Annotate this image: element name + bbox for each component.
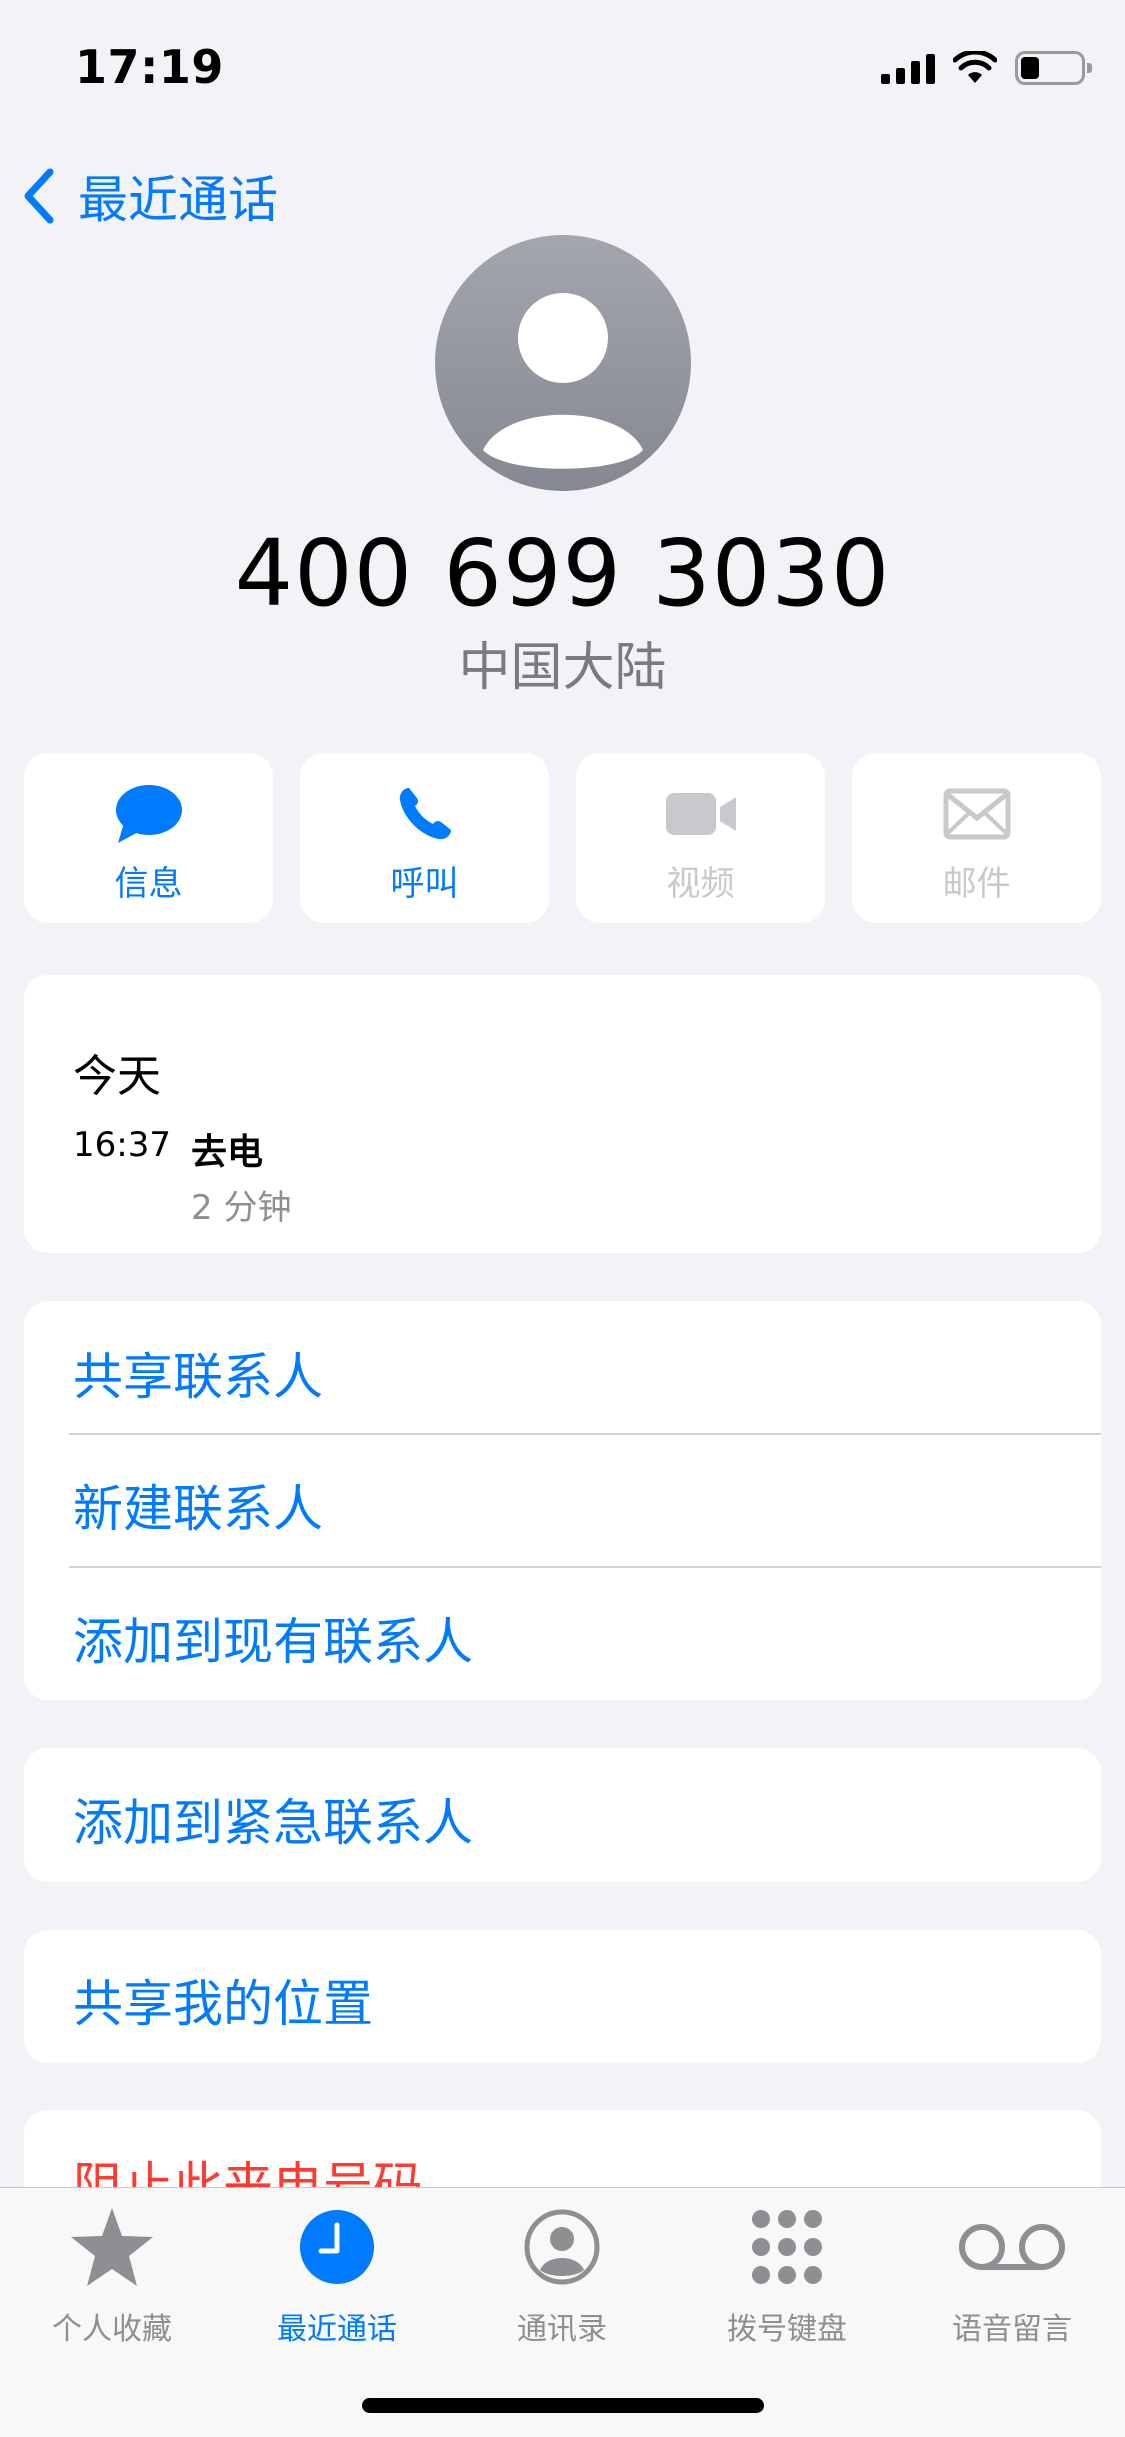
tab-label: 个人收藏	[52, 2312, 172, 2347]
call-history-card: 今天 16:37 去电 2 分钟	[24, 975, 1101, 1253]
share-location-link[interactable]: 共享我的位置	[73, 1964, 373, 2036]
message-bubble-icon	[115, 785, 182, 843]
status-icons	[881, 48, 1092, 88]
divider	[69, 1433, 1101, 1435]
divider	[69, 1566, 1101, 1568]
emergency-card: 添加到紧急联系人	[24, 1748, 1101, 1882]
message-button[interactable]: 信息	[24, 753, 273, 923]
back-button[interactable]: 最近通话	[22, 160, 278, 232]
add-to-existing-contact-link[interactable]: 添加到现有联系人	[73, 1602, 473, 1674]
call-history-day: 今天	[73, 1051, 161, 1102]
call-time: 16:37	[73, 1125, 171, 1165]
tab-recents[interactable]: 最近通话	[237, 2202, 437, 2348]
call-type: 去电	[191, 1132, 264, 1173]
new-contact-link[interactable]: 新建联系人	[73, 1469, 323, 1541]
tab-label: 最近通话	[277, 2312, 397, 2347]
call-label: 呼叫	[390, 864, 459, 904]
phone-icon	[399, 788, 451, 840]
share-contact-link[interactable]: 共享联系人	[73, 1337, 323, 1409]
video-label: 视频	[666, 864, 735, 904]
message-label: 信息	[114, 864, 183, 904]
phone-number: 400 699 3030	[234, 520, 891, 627]
add-emergency-contact-link[interactable]: 添加到紧急联系人	[73, 1783, 473, 1855]
envelope-icon	[943, 788, 1010, 840]
tab-keypad[interactable]: 拨号键盘	[687, 2202, 887, 2348]
contacts-icon	[524, 2209, 600, 2285]
mail-button[interactable]: 邮件	[852, 753, 1101, 923]
mail-label: 邮件	[942, 864, 1011, 904]
home-indicator	[362, 2398, 764, 2413]
tab-label: 语音留言	[952, 2312, 1072, 2347]
video-camera-icon	[665, 793, 736, 835]
clock-icon	[300, 2210, 374, 2284]
star-icon	[71, 2208, 153, 2286]
contact-actions-card: 共享联系人 新建联系人 添加到现有联系人	[24, 1301, 1101, 1700]
status-time: 17:19	[75, 40, 224, 94]
keypad-icon	[752, 2210, 822, 2284]
phone-region: 中国大陆	[458, 638, 667, 698]
chevron-left-icon	[24, 168, 54, 224]
cellular-signal-icon	[881, 52, 935, 84]
battery-icon	[1015, 51, 1092, 85]
back-label: 最近通话	[78, 171, 278, 229]
tab-voicemail[interactable]: 语音留言	[912, 2202, 1112, 2348]
voicemail-icon	[959, 2224, 1065, 2270]
tab-contacts[interactable]: 通讯录	[462, 2202, 662, 2348]
location-card: 共享我的位置	[24, 1930, 1101, 2063]
person-silhouette-icon	[483, 293, 643, 469]
tab-favorites[interactable]: 个人收藏	[12, 2202, 212, 2348]
video-button[interactable]: 视频	[576, 753, 825, 923]
call-duration: 2 分钟	[191, 1188, 292, 1228]
tab-label: 拨号键盘	[727, 2312, 847, 2347]
call-button[interactable]: 呼叫	[300, 753, 549, 923]
avatar	[435, 235, 691, 491]
wifi-icon	[953, 51, 997, 83]
tab-label: 通讯录	[517, 2312, 607, 2347]
